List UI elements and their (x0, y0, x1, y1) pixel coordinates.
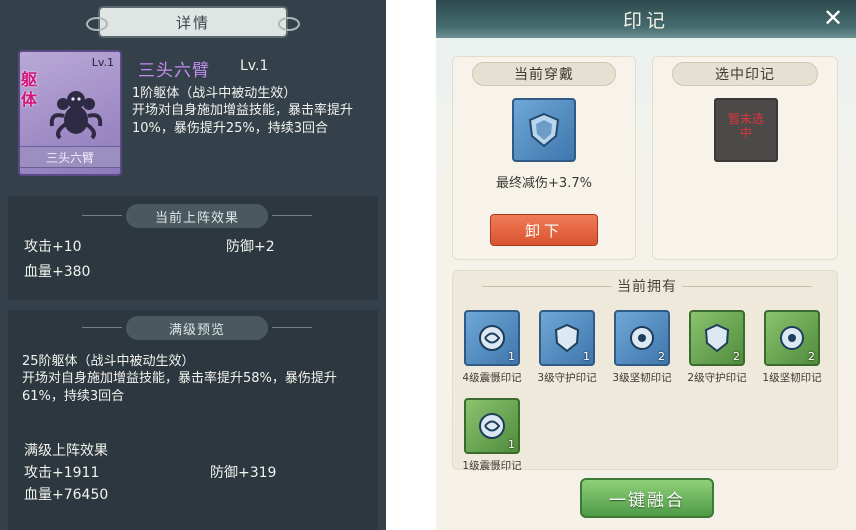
shield-rune-icon (704, 323, 730, 353)
max-preview-title: 满级预览 (82, 316, 312, 340)
shield-rune-icon (528, 112, 560, 148)
card-name: 三头六臂 (20, 146, 120, 168)
rune-panel: 印记 ✕ 当前穿戴 最终减伤+3.7% 卸下 选中印记 暂未选中 当前拥有 1 4… (436, 0, 856, 530)
rune-count: 2 (658, 350, 665, 363)
owned-title: 当前拥有 (617, 279, 677, 295)
current-attack: 攻击+10 (24, 239, 82, 255)
owned-rune-item[interactable]: 2 (689, 310, 745, 366)
max-attack: 攻击+1911 (24, 465, 100, 481)
ring-rune-icon (780, 326, 804, 350)
rune-count: 1 (508, 438, 515, 451)
max-hp: 血量+76450 (24, 487, 109, 503)
rune-count: 1 (508, 350, 515, 363)
current-hp: 血量+380 (24, 264, 91, 280)
max-skill-description: 开场对自身施加增益技能，暴击率提升58%，暴伤提升61%，持续3回合 (22, 371, 337, 404)
card-level: Lv.1 (91, 56, 114, 69)
shield-rune-icon (554, 323, 580, 353)
wearing-title: 当前穿戴 (472, 62, 616, 86)
rune-label: 1级震慑印记 (462, 460, 522, 472)
skill-description: 开场对自身施加增益技能，暴击率提升10%，暴伤提升25%，持续3回合 (132, 103, 354, 136)
swirl-rune-icon (479, 325, 505, 351)
unequip-button[interactable]: 卸下 (490, 214, 598, 246)
fuse-all-button[interactable]: 一键融合 (580, 478, 714, 518)
rune-count: 2 (808, 350, 815, 363)
skill-name: 三头六臂 (138, 61, 210, 81)
equipped-rune-stat: 最终减伤+3.7% (496, 176, 592, 191)
selected-empty-text: 暂未选中 (727, 112, 764, 140)
max-defense: 防御+319 (210, 465, 277, 481)
panel-title: 详情 (86, 8, 300, 36)
owned-rune-item[interactable]: 2 (764, 310, 820, 366)
current-effect-title: 当前上阵效果 (82, 204, 312, 228)
owned-rune-item[interactable]: 1 (539, 310, 595, 366)
card-type-tag: 躯体 (20, 70, 37, 109)
owned-rune-item[interactable]: 2 (614, 310, 670, 366)
current-defense: 防御+2 (226, 239, 275, 255)
max-preview-section: 满级预览 25阶躯体（战斗中被动生效） 开场对自身施加增益技能，暴击率提升58%… (8, 310, 378, 530)
owned-rune-item[interactable]: 1 (464, 310, 520, 366)
max-skill-type: 25阶躯体（战斗中被动生效） (22, 354, 195, 369)
skill-level: Lv.1 (240, 58, 269, 74)
rune-count: 2 (733, 350, 740, 363)
swirl-rune-icon (479, 413, 505, 439)
selected-title: 选中印记 (672, 62, 818, 86)
skill-detail-panel: 详情 Lv.1 躯体 三头六臂 三头六臂 Lv.1 1阶躯体（战斗中被动生效） … (0, 0, 386, 530)
three-headed-figure-icon (46, 82, 106, 140)
current-effect-section: 当前上阵效果 攻击+10 防御+2 血量+380 (8, 196, 378, 300)
rune-label: 3级坚韧印记 (612, 372, 672, 384)
equipped-rune[interactable] (512, 98, 576, 162)
rune-label: 3级守护印记 (537, 372, 597, 384)
rune-label: 4级震慑印记 (462, 372, 522, 384)
rune-count: 1 (583, 350, 590, 363)
rune-label: 1级坚韧印记 (762, 372, 822, 384)
ring-rune-icon (630, 326, 654, 350)
close-icon[interactable]: ✕ (820, 5, 846, 31)
rune-panel-title: 印记 (622, 10, 669, 32)
rune-label: 2级守护印记 (687, 372, 747, 384)
skill-card: Lv.1 躯体 三头六臂 (18, 50, 122, 176)
owned-rune-item[interactable]: 1 (464, 398, 520, 454)
skill-type: 1阶躯体（战斗中被动生效） (132, 86, 297, 101)
max-effect-title: 满级上阵效果 (24, 443, 108, 459)
